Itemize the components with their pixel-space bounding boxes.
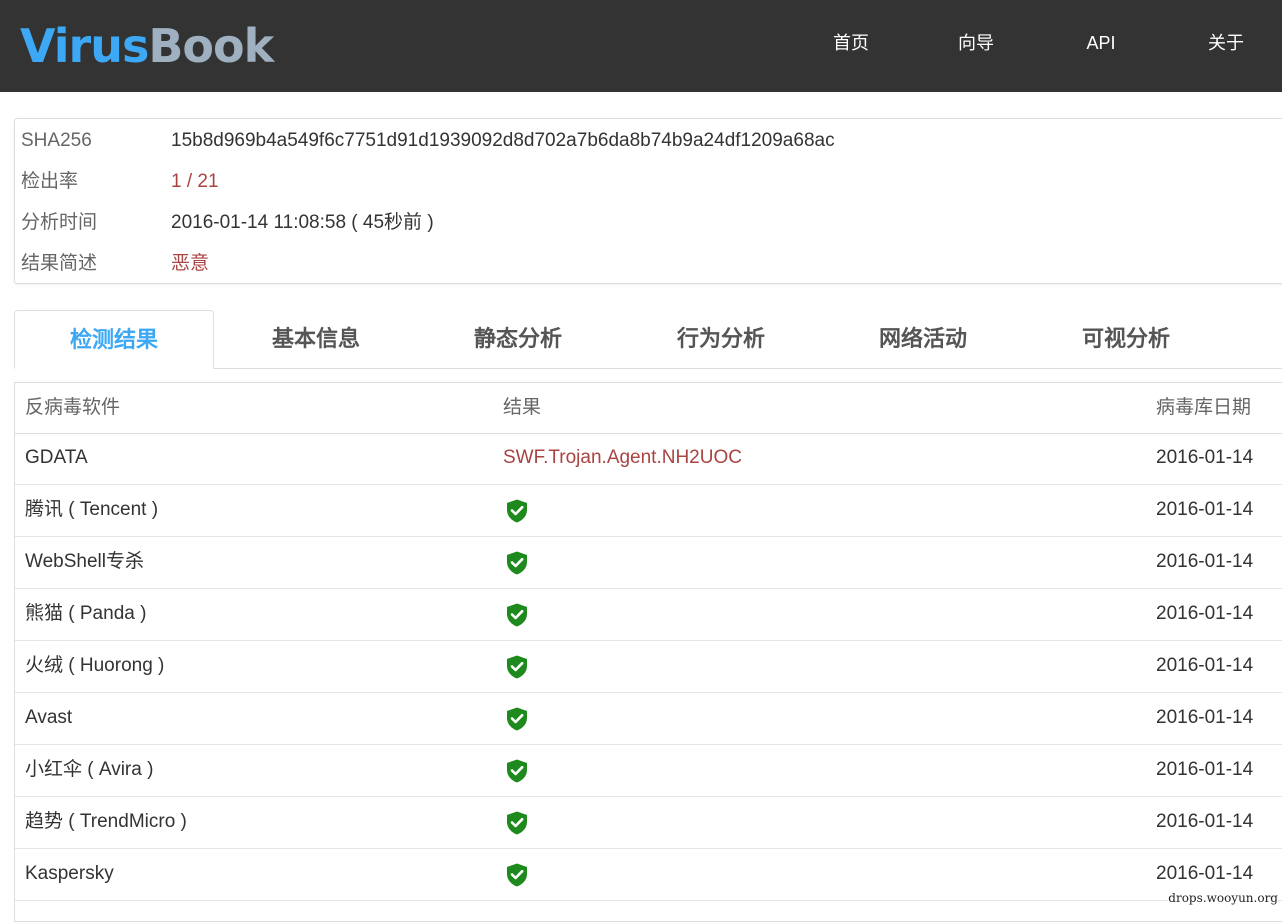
table-row: GDATA SWF.Trojan.Agent.NH2UOC 2016-01-14 bbox=[15, 433, 1282, 485]
sha256-value: 15b8d969b4a549f6c7751d91d1939092d8d702a7… bbox=[171, 130, 835, 151]
nav-home-link[interactable]: 首页 bbox=[816, 30, 886, 56]
table-row: 趋势 ( TrendMicro ) 2016-01-14 bbox=[15, 797, 1282, 849]
table-row: 小红伞 ( Avira ) 2016-01-14 bbox=[15, 745, 1282, 797]
header-antivirus: 反病毒软件 bbox=[25, 397, 121, 418]
nav-api-link[interactable]: API bbox=[1066, 30, 1136, 56]
database-date: 2016-01-14 bbox=[1156, 603, 1254, 624]
database-date: 2016-01-14 bbox=[1156, 447, 1254, 468]
antivirus-name: 熊猫 ( Panda ) bbox=[25, 603, 147, 624]
result-summary-label: 结果简述 bbox=[21, 253, 98, 274]
sha256-label: SHA256 bbox=[21, 130, 92, 151]
table-row: 腾讯 ( Tencent ) 2016-01-14 bbox=[15, 485, 1282, 537]
tab-detection-results[interactable]: 检测结果 bbox=[14, 310, 214, 369]
shield-check-icon bbox=[507, 551, 527, 575]
analysis-time-label: 分析时间 bbox=[21, 212, 98, 233]
watermark: drops.wooyun.org bbox=[1168, 891, 1278, 905]
header-result: 结果 bbox=[503, 397, 542, 418]
table-header: 反病毒软件 结果 病毒库日期 bbox=[15, 383, 1282, 434]
virusbook-logo[interactable]: VirusBook bbox=[20, 16, 274, 76]
antivirus-name: 小红伞 ( Avira ) bbox=[25, 759, 154, 780]
summary-panel: SHA256 15b8d969b4a549f6c7751d91d1939092d… bbox=[14, 118, 1282, 284]
detection-results-table: 反病毒软件 结果 病毒库日期 GDATA SWF.Trojan.Agent.NH2… bbox=[14, 382, 1282, 922]
antivirus-name: Kaspersky bbox=[25, 863, 114, 884]
antivirus-name: 腾讯 ( Tencent ) bbox=[25, 499, 159, 520]
header-database-date: 病毒库日期 bbox=[1156, 397, 1252, 418]
tab-behavior-analysis[interactable]: 行为分析 bbox=[621, 310, 821, 369]
analysis-time-value: 2016-01-14 11:08:58 ( 45秒前 ) bbox=[171, 212, 434, 233]
table-row: Kaspersky 2016-01-14 bbox=[15, 849, 1282, 901]
antivirus-name: 趋势 ( TrendMicro ) bbox=[25, 811, 187, 832]
summary-row-sha256: SHA256 15b8d969b4a549f6c7751d91d1939092d… bbox=[15, 120, 1282, 161]
nav-guide-link[interactable]: 向导 bbox=[941, 30, 1011, 56]
database-date: 2016-01-14 bbox=[1156, 811, 1254, 832]
database-date: 2016-01-14 bbox=[1156, 655, 1254, 676]
summary-row-result: 结果简述 恶意 bbox=[15, 243, 1282, 284]
table-row: 火绒 ( Huorong ) 2016-01-14 bbox=[15, 641, 1282, 693]
tab-static-analysis[interactable]: 静态分析 bbox=[418, 310, 618, 369]
antivirus-name: GDATA bbox=[25, 447, 88, 468]
logo-book-text: Book bbox=[148, 19, 274, 73]
antivirus-name: Avast bbox=[25, 707, 73, 728]
summary-row-detection-rate: 检出率 1 / 21 bbox=[15, 161, 1282, 202]
database-date: 2016-01-14 bbox=[1156, 551, 1254, 572]
table-row: WebShell专杀 2016-01-14 bbox=[15, 537, 1282, 589]
tab-visual-analysis[interactable]: 可视分析 bbox=[1026, 310, 1226, 369]
analysis-tabs: 检测结果 基本信息 静态分析 行为分析 网络活动 可视分析 bbox=[14, 310, 1282, 369]
nav-about-link[interactable]: 关于 bbox=[1191, 30, 1261, 56]
tab-basic-info[interactable]: 基本信息 bbox=[216, 310, 416, 369]
shield-check-icon bbox=[507, 707, 527, 731]
result-summary-value: 恶意 bbox=[171, 253, 210, 274]
shield-check-icon bbox=[507, 603, 527, 627]
tab-network-activity[interactable]: 网络活动 bbox=[823, 310, 1023, 369]
database-date: 2016-01-14 bbox=[1156, 499, 1254, 520]
antivirus-name: WebShell专杀 bbox=[25, 551, 144, 572]
shield-check-icon bbox=[507, 759, 527, 783]
shield-check-icon bbox=[507, 811, 527, 835]
detection-rate-value: 1 / 21 bbox=[171, 171, 219, 192]
shield-check-icon bbox=[507, 863, 527, 887]
detection-rate-label: 检出率 bbox=[21, 171, 79, 192]
table-row: 熊猫 ( Panda ) 2016-01-14 bbox=[15, 589, 1282, 641]
table-row: Avast 2016-01-14 bbox=[15, 693, 1282, 745]
shield-check-icon bbox=[507, 655, 527, 679]
detection-result[interactable]: SWF.Trojan.Agent.NH2UOC bbox=[503, 433, 742, 483]
database-date: 2016-01-14 bbox=[1156, 707, 1254, 728]
logo-virus-text: Virus bbox=[20, 19, 149, 73]
database-date: 2016-01-14 bbox=[1156, 759, 1254, 780]
shield-check-icon bbox=[507, 499, 527, 523]
top-navbar: VirusBook 首页 向导 API 关于 bbox=[0, 0, 1282, 92]
antivirus-name: 火绒 ( Huorong ) bbox=[25, 655, 165, 676]
summary-row-analysis-time: 分析时间 2016-01-14 11:08:58 ( 45秒前 ) bbox=[15, 202, 1282, 243]
